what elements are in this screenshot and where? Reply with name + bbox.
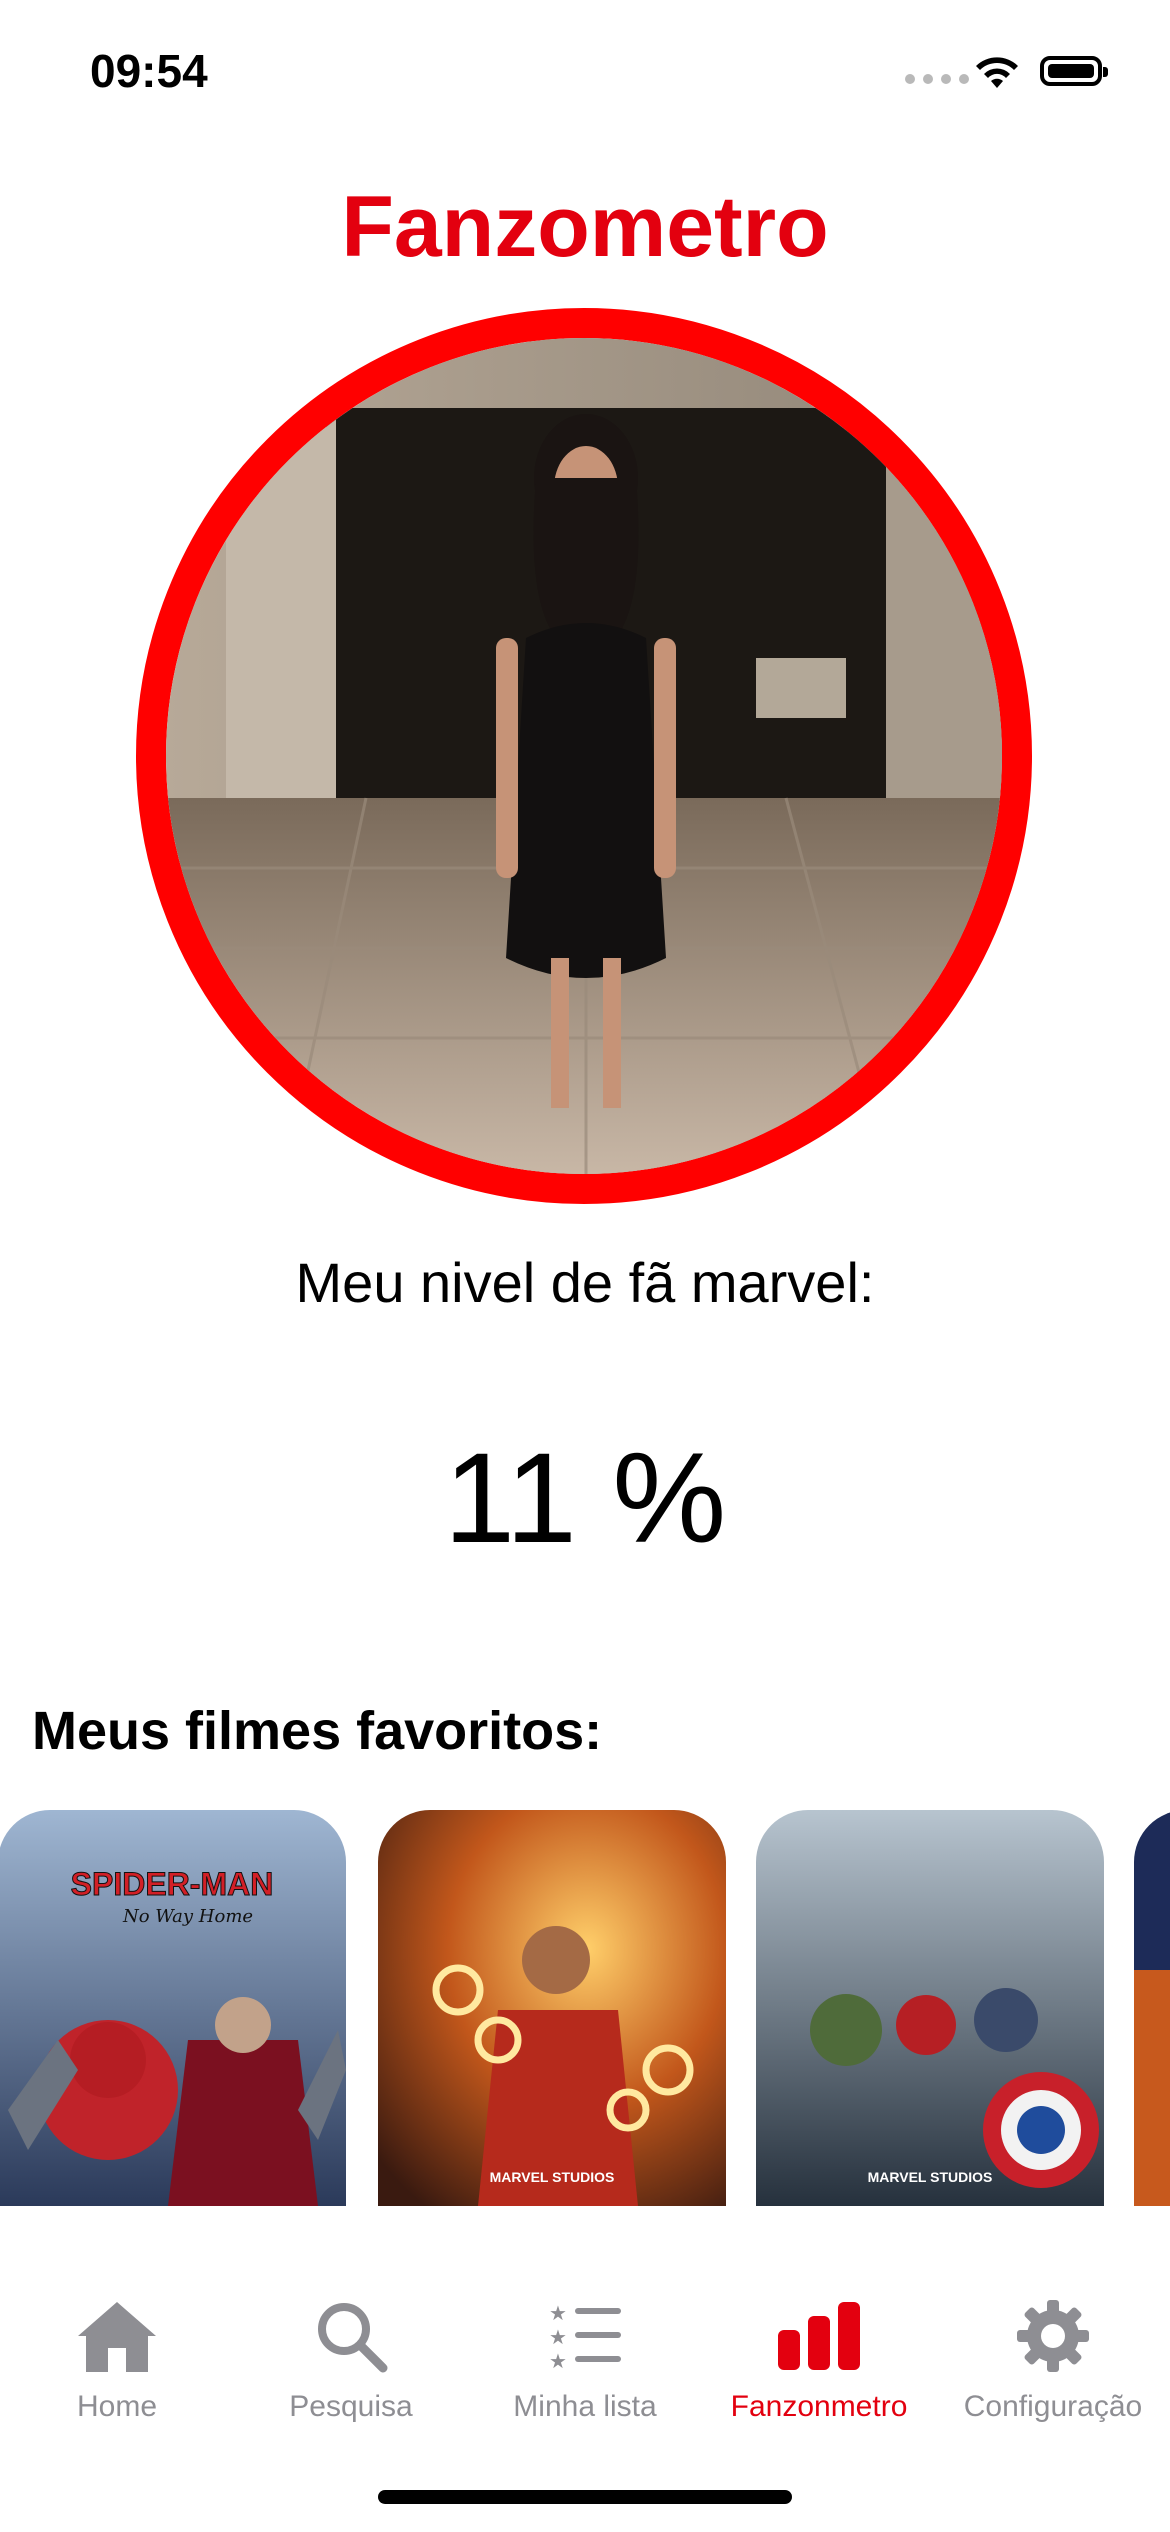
tab-search-label: Pesquisa <box>289 2390 413 2423</box>
poster-studio: MARVEL STUDIOS <box>868 2169 993 2185</box>
tab-bar: Home Pesquisa ★ ★ ★ Minha lista Fanzonme… <box>0 2206 1170 2532</box>
poster-spider-man[interactable]: SPIDER-MAN No Way Home <box>0 1810 346 2206</box>
svg-text:★: ★ <box>549 2301 567 2325</box>
favorites-carousel[interactable]: SPIDER-MAN No Way Home MARVEL STUDIOS MA… <box>0 1810 1170 2206</box>
poster-title: SPIDER-MAN <box>71 1866 274 1902</box>
status-bar: 09:54 <box>0 0 1170 140</box>
poster-shang-chi[interactable]: MARVEL STUDIOS <box>378 1810 726 2206</box>
fan-level-value: 11 % <box>443 1427 727 1570</box>
fan-level-label: Meu nivel de fã marvel: <box>295 1251 875 1314</box>
tab-home-label: Home <box>76 2390 158 2423</box>
search-icon <box>318 2303 388 2373</box>
battery-icon <box>1040 56 1108 86</box>
svg-text:★: ★ <box>549 2325 567 2349</box>
page-title: Fanzometro <box>341 179 829 275</box>
gear-icon <box>1017 2300 1089 2372</box>
wifi-icon <box>976 57 1018 88</box>
tab-fanzometro[interactable]: Fanzonmetro <box>702 2296 936 2424</box>
poster-subtitle: No Way Home <box>122 1906 253 1927</box>
tab-settings-label: Configuração <box>963 2390 1143 2423</box>
list-icon: ★ ★ ★ <box>549 2301 621 2373</box>
tab-home[interactable]: Home <box>0 2296 234 2424</box>
tab-my-list-label: Minha lista <box>513 2390 657 2423</box>
tab-my-list[interactable]: ★ ★ ★ Minha lista <box>468 2296 702 2424</box>
status-time: 09:54 <box>90 45 208 97</box>
house-icon <box>78 2302 156 2372</box>
poster-avengers[interactable]: MARVEL STUDIOS <box>756 1810 1104 2206</box>
profile-photo <box>136 308 1032 1204</box>
poster-studio: MARVEL STUDIOS <box>490 2169 615 2185</box>
favorites-title: Meus filmes favoritos: <box>32 1701 603 1761</box>
tab-fanzometro-label: Fanzonmetro <box>730 2390 908 2423</box>
poster-partial[interactable] <box>1134 1810 1170 2206</box>
tab-search[interactable]: Pesquisa <box>234 2296 468 2424</box>
tab-settings[interactable]: Configuração <box>936 2296 1170 2424</box>
bar-chart-icon <box>778 2302 860 2370</box>
home-indicator[interactable] <box>378 2490 792 2504</box>
cellular-signal-icon <box>905 74 969 84</box>
svg-text:★: ★ <box>549 2349 567 2373</box>
